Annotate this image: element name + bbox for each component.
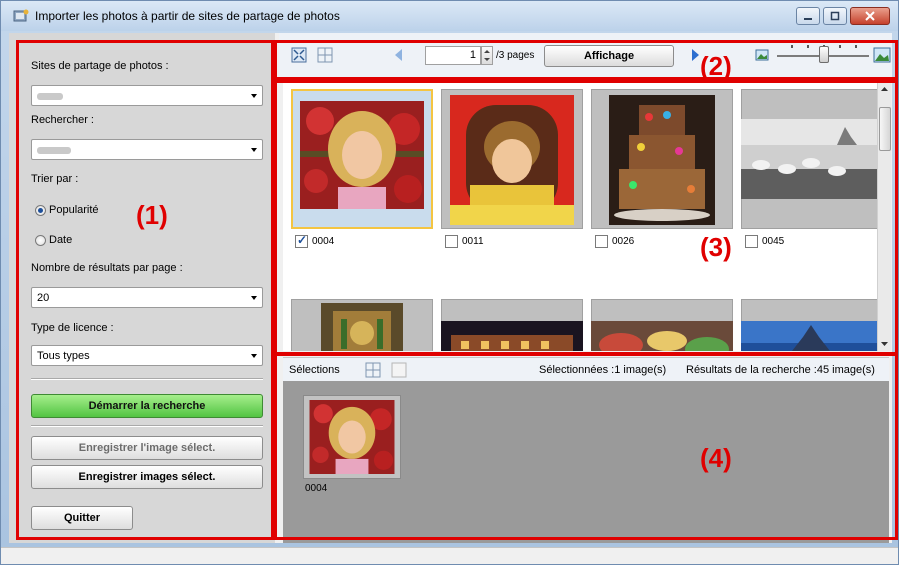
maximize-button[interactable] xyxy=(823,7,847,25)
minimize-button[interactable] xyxy=(796,7,820,25)
annotation-box-1 xyxy=(16,40,274,540)
annotation-box-2 xyxy=(274,40,898,80)
callout-1: (1) xyxy=(136,200,168,230)
status-bar xyxy=(1,547,898,564)
callout-3: (3) xyxy=(700,232,732,262)
close-button[interactable] xyxy=(850,7,890,25)
minimize-icon xyxy=(804,18,812,20)
callout-2: (2) xyxy=(700,51,732,81)
annotation-box-3 xyxy=(274,80,898,356)
window-title: Importer les photos à partir de sites de… xyxy=(35,9,340,23)
photo-import-app-icon xyxy=(13,9,29,22)
close-icon xyxy=(865,11,875,21)
annotation-box-4 xyxy=(274,352,898,540)
callout-4: (4) xyxy=(700,443,732,473)
maximize-icon xyxy=(830,11,840,21)
title-bar[interactable]: Importer les photos à partir de sites de… xyxy=(1,1,898,31)
